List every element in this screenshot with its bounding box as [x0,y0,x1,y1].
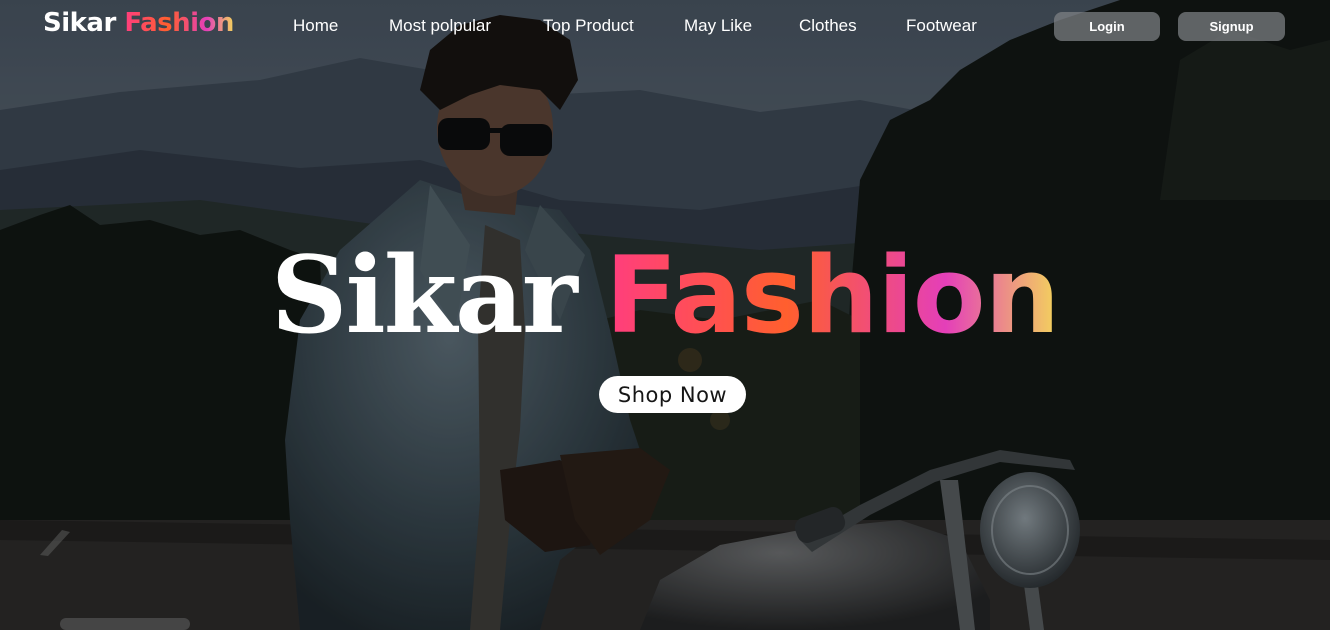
nav-link-may-like[interactable]: May Like [684,16,752,36]
login-button[interactable]: Login [1054,12,1160,41]
hero-title: Sikar Fashion [0,240,1330,351]
nav-link-clothes[interactable]: Clothes [799,16,857,36]
signup-button[interactable]: Signup [1178,12,1285,41]
shop-now-button[interactable]: Shop Now [599,376,746,413]
brand-logo[interactable]: Sikar Fashion [43,8,234,38]
nav-link-most-popular[interactable]: Most polpular [389,16,491,36]
hero-title-part1: Sikar [270,232,578,357]
nav-link-footwear[interactable]: Footwear [906,16,977,36]
top-navbar: Sikar Fashion Home Most polpular Top Pro… [0,0,1330,54]
hero-section: Sikar Fashion Home Most polpular Top Pro… [0,0,1330,630]
nav-link-home[interactable]: Home [293,16,338,36]
brand-logo-part2: Fashion [124,8,234,38]
brand-logo-part1: Sikar [43,8,116,38]
nav-link-top-product[interactable]: Top Product [543,16,634,36]
hero-title-part2: Fashion [605,234,1060,357]
